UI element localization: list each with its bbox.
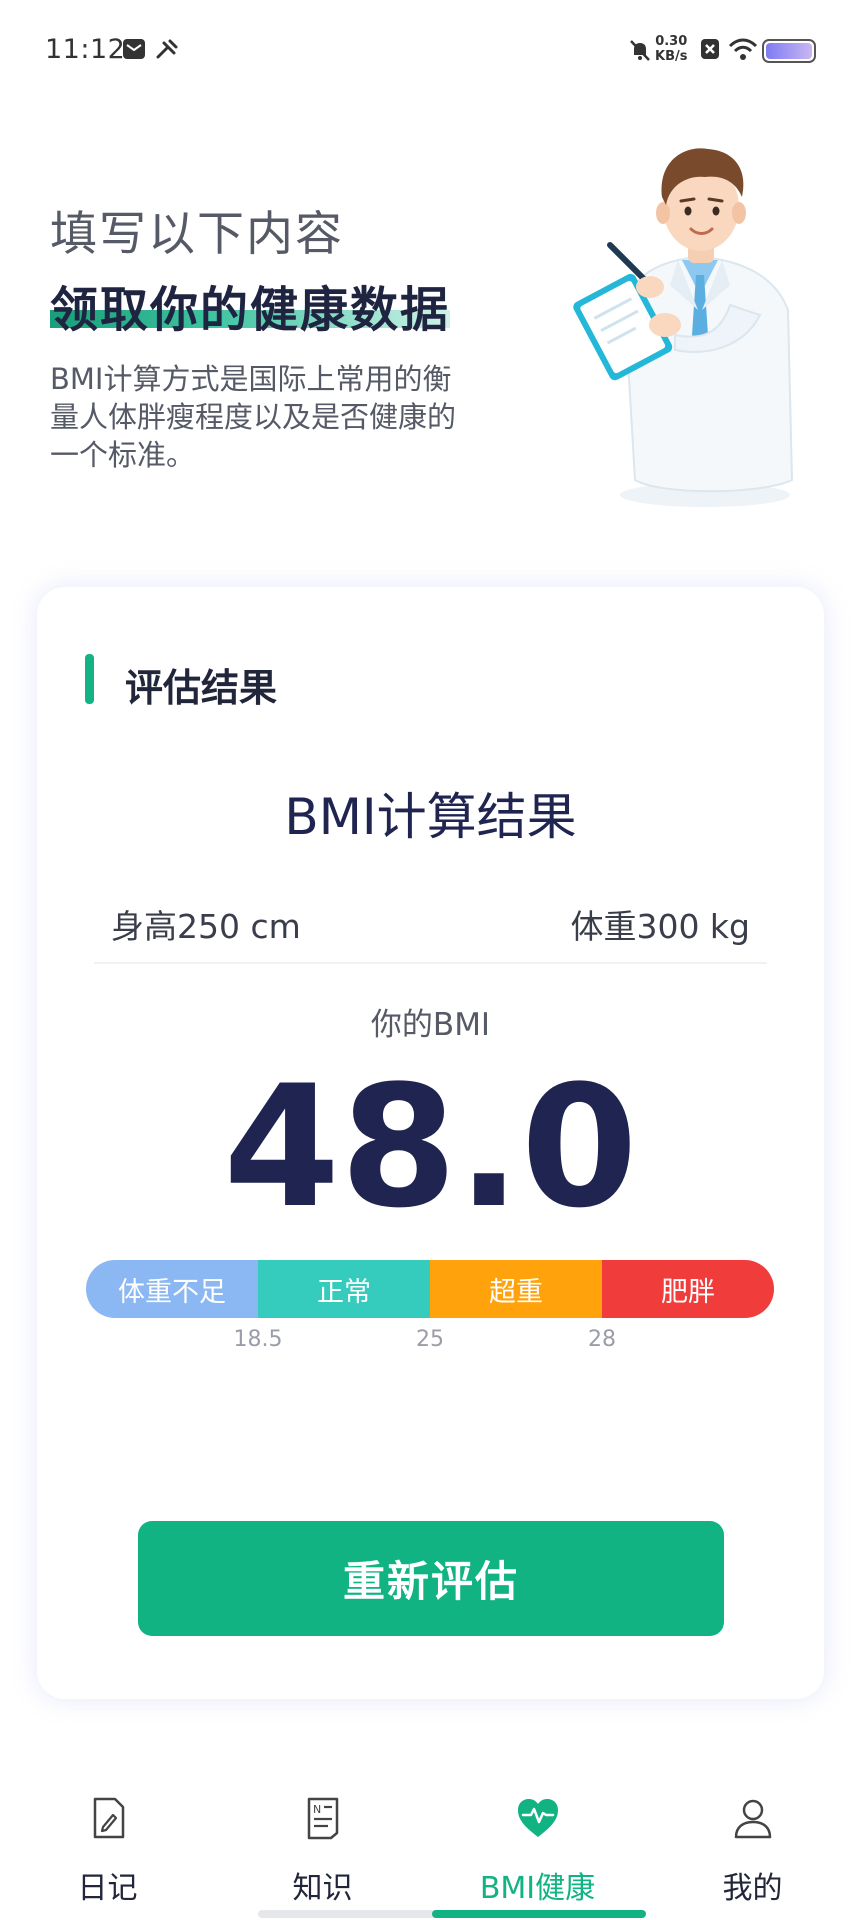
nav-active-indicator xyxy=(432,1910,646,1918)
bottom-nav: 日记 N 知识 BMI健康 我的 xyxy=(0,1775,861,1920)
knowledge-icon: N xyxy=(307,1797,338,1840)
hero-subtitle: 领取你的健康数据 xyxy=(50,282,451,338)
diary-icon xyxy=(93,1797,124,1839)
height-value: 身高250 cm xyxy=(111,907,301,946)
scale-segment-underweight: 体重不足 xyxy=(86,1260,258,1318)
scale-tick: 28 xyxy=(588,1327,616,1352)
card-title: 评估结果 xyxy=(125,666,278,710)
scale-tick: 25 xyxy=(416,1327,444,1352)
weight-value: 体重300 kg xyxy=(570,907,750,946)
tools-icon xyxy=(156,39,178,59)
reassess-button[interactable]: 重新评估 xyxy=(138,1521,724,1636)
wifi-icon xyxy=(728,38,758,60)
nav-item-profile[interactable]: 我的 xyxy=(645,1775,860,1920)
hero-title: 填写以下内容 xyxy=(50,207,344,262)
nav-label-knowledge: 知识 xyxy=(292,1871,353,1906)
scale-segment-overweight: 超重 xyxy=(430,1260,602,1318)
bmi-value: 48.0 xyxy=(223,1049,638,1245)
nav-item-knowledge[interactable]: N 知识 xyxy=(215,1775,430,1920)
status-time: 11:12 xyxy=(45,34,126,65)
net-speed-unit: KB/s xyxy=(655,49,688,64)
bmi-scale-bar: 体重不足 正常 超重 肥胖 xyxy=(86,1260,774,1318)
svg-text:N: N xyxy=(313,1803,321,1816)
status-bar: 11:12 0.30 KB/s xyxy=(0,0,861,100)
result-card: 评估结果 BMI计算结果 身高250 cm 体重300 kg 你的BMI 48.… xyxy=(37,587,824,1699)
scale-segment-obese: 肥胖 xyxy=(602,1260,774,1318)
heart-pulse-icon xyxy=(517,1799,558,1837)
nav-item-bmi-health[interactable]: BMI健康 xyxy=(430,1775,645,1920)
your-bmi-label: 你的BMI xyxy=(370,1007,491,1043)
no-sim-icon xyxy=(701,39,719,59)
card-title-accent xyxy=(85,654,94,704)
hero-description: BMI计算方式是国际上常用的衡量人体胖瘦程度以及是否健康的一个标准。 xyxy=(50,362,457,472)
bmi-result-page: 11:12 0.30 KB/s 填写以下内容 领取你的健康数据 BMI计算方式是… xyxy=(0,0,861,1920)
profile-icon xyxy=(734,1799,771,1839)
nav-label-diary: 日记 xyxy=(77,1871,138,1906)
net-speed-value: 0.30 xyxy=(655,34,688,49)
nav-label-bmi-health: BMI健康 xyxy=(479,1871,596,1906)
net-speed: 0.30 KB/s xyxy=(655,34,687,64)
hero-subtitle-wrap: 领取你的健康数据 xyxy=(50,270,450,340)
bmi-result-heading: BMI计算结果 xyxy=(284,788,577,846)
scale-tick: 18.5 xyxy=(233,1327,283,1352)
nav-label-profile: 我的 xyxy=(722,1871,783,1906)
scale-segment-normal: 正常 xyxy=(258,1260,430,1318)
mail-icon xyxy=(123,39,145,59)
nav-item-diary[interactable]: 日记 xyxy=(0,1775,215,1920)
mute-bell-icon xyxy=(630,40,650,61)
battery-icon xyxy=(762,39,816,63)
divider xyxy=(94,962,767,964)
doctor-illustration xyxy=(573,148,794,507)
